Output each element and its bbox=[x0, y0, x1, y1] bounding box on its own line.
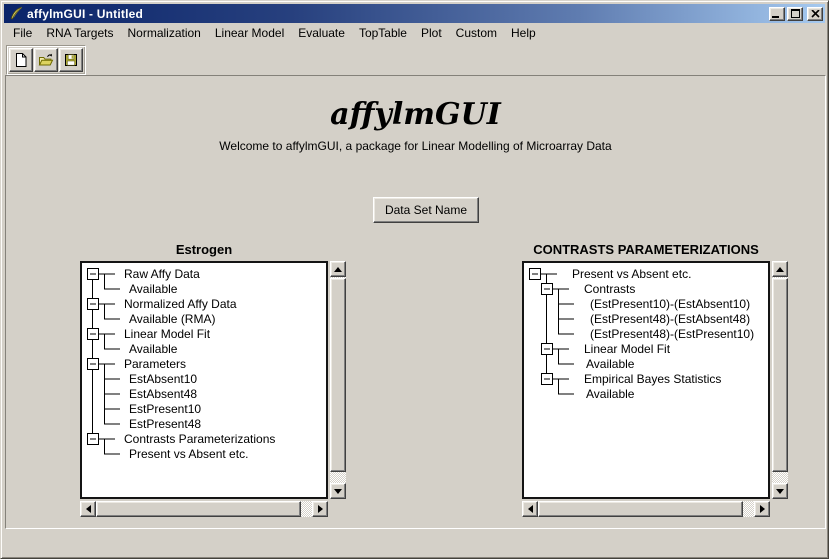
estrogen-vertical-scrollbar[interactable] bbox=[330, 261, 346, 499]
close-button[interactable] bbox=[807, 7, 823, 21]
app-window: affylmGUI - Untitled File RNA Targets No… bbox=[0, 0, 829, 559]
tree-node-label[interactable]: (EstPresent10)-(EstAbsent10) bbox=[590, 297, 750, 311]
menu-item-normalization[interactable]: Normalization bbox=[121, 24, 208, 42]
menu-item-custom[interactable]: Custom bbox=[449, 24, 504, 42]
new-file-button[interactable] bbox=[9, 48, 33, 72]
tree-node-label[interactable]: EstPresent10 bbox=[129, 402, 201, 416]
scroll-right-button[interactable] bbox=[754, 501, 770, 517]
tree-node-label[interactable]: EstPresent48 bbox=[129, 417, 201, 431]
open-file-button[interactable] bbox=[34, 48, 58, 72]
scroll-up-button[interactable] bbox=[772, 261, 788, 277]
floppy-disk-icon bbox=[63, 52, 79, 68]
scroll-left-button[interactable] bbox=[80, 501, 96, 517]
menu-item-evaluate[interactable]: Evaluate bbox=[291, 24, 352, 42]
horizontal-scroll-thumb[interactable] bbox=[538, 501, 743, 517]
feather-app-icon[interactable] bbox=[8, 6, 24, 22]
tree-node-label[interactable]: Contrasts bbox=[584, 282, 635, 296]
contrasts-tree[interactable]: Present vs Absent etc. Contrasts (EstPre… bbox=[522, 261, 770, 499]
contrasts-panel-header: CONTRASTS PARAMETERIZATIONS bbox=[522, 242, 770, 260]
tree-node-label[interactable]: Parameters bbox=[124, 357, 186, 371]
menu-item-plot[interactable]: Plot bbox=[414, 24, 449, 42]
tree-toggle-icon[interactable] bbox=[88, 359, 99, 370]
window-title: affylmGUI - Untitled bbox=[27, 7, 143, 21]
tree-toggle-icon[interactable] bbox=[88, 269, 99, 280]
tree-toggle-icon[interactable] bbox=[530, 269, 541, 280]
menu-bar: File RNA Targets Normalization Linear Mo… bbox=[4, 23, 825, 42]
page-subtitle: Welcome to affylmGUI, a package for Line… bbox=[6, 139, 825, 153]
menu-item-linear-model[interactable]: Linear Model bbox=[208, 24, 291, 42]
tree-toggle-icon[interactable] bbox=[88, 299, 99, 310]
contrasts-horizontal-scrollbar[interactable] bbox=[522, 501, 770, 517]
menu-item-toptable[interactable]: TopTable bbox=[352, 24, 414, 42]
scroll-right-button[interactable] bbox=[312, 501, 328, 517]
scroll-down-icon bbox=[334, 489, 342, 494]
menu-item-rna-targets[interactable]: RNA Targets bbox=[39, 24, 120, 42]
contrasts-vertical-scrollbar[interactable] bbox=[772, 261, 788, 499]
tree-node-label[interactable]: Available bbox=[586, 357, 635, 371]
scroll-left-icon bbox=[86, 505, 91, 513]
tree-node-label[interactable]: Linear Model Fit bbox=[124, 327, 211, 341]
vertical-scroll-thumb[interactable] bbox=[772, 278, 788, 472]
window-controls bbox=[769, 7, 823, 21]
tree-node-label[interactable]: Empirical Bayes Statistics bbox=[584, 372, 721, 386]
toolbar bbox=[4, 42, 825, 75]
tree-node-label[interactable]: Present vs Absent etc. bbox=[129, 447, 248, 461]
estrogen-panel-header: Estrogen bbox=[80, 242, 328, 260]
tree-node-label[interactable]: Available (RMA) bbox=[129, 312, 215, 326]
save-button[interactable] bbox=[59, 48, 83, 72]
data-set-name-button[interactable]: Data Set Name bbox=[373, 197, 479, 223]
title-bar[interactable]: affylmGUI - Untitled bbox=[4, 4, 825, 23]
scroll-up-icon bbox=[334, 267, 342, 272]
scroll-right-icon bbox=[760, 505, 765, 513]
estrogen-tree[interactable]: Raw Affy Data Available Normalized Affy … bbox=[80, 261, 328, 499]
horizontal-scroll-thumb[interactable] bbox=[96, 501, 301, 517]
maximize-button[interactable] bbox=[787, 7, 803, 21]
scroll-down-button[interactable] bbox=[772, 483, 788, 499]
toolbar-group bbox=[6, 45, 86, 75]
tree-node-label[interactable]: Available bbox=[586, 387, 635, 401]
tree-toggle-icon[interactable] bbox=[88, 434, 99, 445]
tree-node-label[interactable]: EstAbsent10 bbox=[129, 372, 197, 386]
menu-item-file[interactable]: File bbox=[6, 24, 39, 42]
scroll-down-button[interactable] bbox=[330, 483, 346, 499]
scroll-right-icon bbox=[318, 505, 323, 513]
menu-item-help[interactable]: Help bbox=[504, 24, 543, 42]
maximize-icon bbox=[791, 9, 800, 18]
scroll-down-icon bbox=[776, 489, 784, 494]
tree-toggle-icon[interactable] bbox=[542, 344, 553, 355]
tree-node-label[interactable]: Linear Model Fit bbox=[584, 342, 671, 356]
tree-node-label[interactable]: Available bbox=[129, 282, 178, 296]
tree-toggle-icon[interactable] bbox=[542, 374, 553, 385]
tree-node-label[interactable]: Raw Affy Data bbox=[124, 267, 200, 281]
status-bar bbox=[5, 529, 826, 555]
tree-node-label[interactable]: EstAbsent48 bbox=[129, 387, 197, 401]
scroll-left-button[interactable] bbox=[522, 501, 538, 517]
tree-node-label[interactable]: (EstPresent48)-(EstPresent10) bbox=[590, 327, 754, 341]
main-content: affylmGUI Welcome to affylmGUI, a packag… bbox=[5, 75, 826, 529]
scroll-up-icon bbox=[776, 267, 784, 272]
close-icon bbox=[811, 10, 820, 18]
tree-node-label[interactable]: (EstPresent48)-(EstAbsent48) bbox=[590, 312, 750, 326]
tree-node-label[interactable]: Contrasts Parameterizations bbox=[124, 432, 275, 446]
minimize-icon bbox=[772, 16, 779, 18]
tree-node-label[interactable]: Normalized Affy Data bbox=[124, 297, 237, 311]
estrogen-panel: Estrogen bbox=[80, 242, 346, 518]
scroll-up-button[interactable] bbox=[330, 261, 346, 277]
open-folder-icon bbox=[38, 52, 54, 68]
tree-node-label[interactable]: Available bbox=[129, 342, 178, 356]
minimize-button[interactable] bbox=[769, 7, 785, 21]
vertical-scroll-thumb[interactable] bbox=[330, 278, 346, 472]
tree-toggle-icon[interactable] bbox=[88, 329, 99, 340]
new-document-icon bbox=[13, 52, 29, 68]
estrogen-horizontal-scrollbar[interactable] bbox=[80, 501, 328, 517]
page-title: affylmGUI bbox=[6, 97, 825, 132]
tree-toggle-icon[interactable] bbox=[542, 284, 553, 295]
contrasts-panel: CONTRASTS PARAMETERIZATIONS bbox=[522, 242, 788, 518]
scroll-left-icon bbox=[528, 505, 533, 513]
tree-node-label[interactable]: Present vs Absent etc. bbox=[572, 267, 691, 281]
